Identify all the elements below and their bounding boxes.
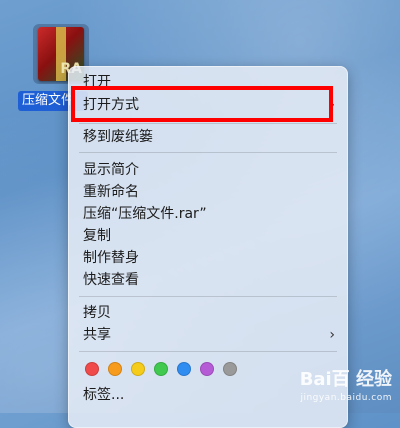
watermark: Bai百 经验 jingyan.baidu.com bbox=[300, 371, 392, 407]
menu-item-compress[interactable]: 压缩“压缩文件.rar” bbox=[69, 203, 347, 225]
menu-item-copy[interactable]: 拷贝 bbox=[69, 302, 347, 324]
menu-item-duplicate[interactable]: 复制 bbox=[69, 225, 347, 247]
tag-purple-dot[interactable] bbox=[200, 362, 214, 376]
menu-item-share-label: 共享 bbox=[83, 327, 111, 343]
menu-separator bbox=[79, 152, 337, 153]
tag-red-dot[interactable] bbox=[85, 362, 99, 376]
menu-separator bbox=[79, 123, 337, 124]
menu-item-make-alias[interactable]: 制作替身 bbox=[69, 247, 347, 269]
menu-item-rename[interactable]: 重新命名 bbox=[69, 181, 347, 203]
menu-item-quick-look[interactable]: 快速查看 bbox=[69, 269, 347, 291]
highlight-annotation-box bbox=[71, 86, 333, 122]
tag-blue-dot[interactable] bbox=[177, 362, 191, 376]
menu-separator bbox=[79, 296, 337, 297]
tag-orange-dot[interactable] bbox=[108, 362, 122, 376]
menu-separator bbox=[79, 351, 337, 352]
menu-item-share[interactable]: 共享 › bbox=[69, 324, 347, 346]
menu-item-get-info[interactable]: 显示简介 bbox=[69, 159, 347, 181]
tag-yellow-dot[interactable] bbox=[131, 362, 145, 376]
menu-item-move-to-trash[interactable]: 移到废纸篓 bbox=[69, 126, 347, 148]
tag-green-dot[interactable] bbox=[154, 362, 168, 376]
chevron-right-icon: › bbox=[329, 327, 335, 343]
tag-gray-dot[interactable] bbox=[223, 362, 237, 376]
watermark-main: Bai百 经验 bbox=[299, 369, 392, 390]
tag-color-row bbox=[85, 362, 237, 376]
watermark-sub: jingyan.baidu.com bbox=[300, 393, 392, 403]
